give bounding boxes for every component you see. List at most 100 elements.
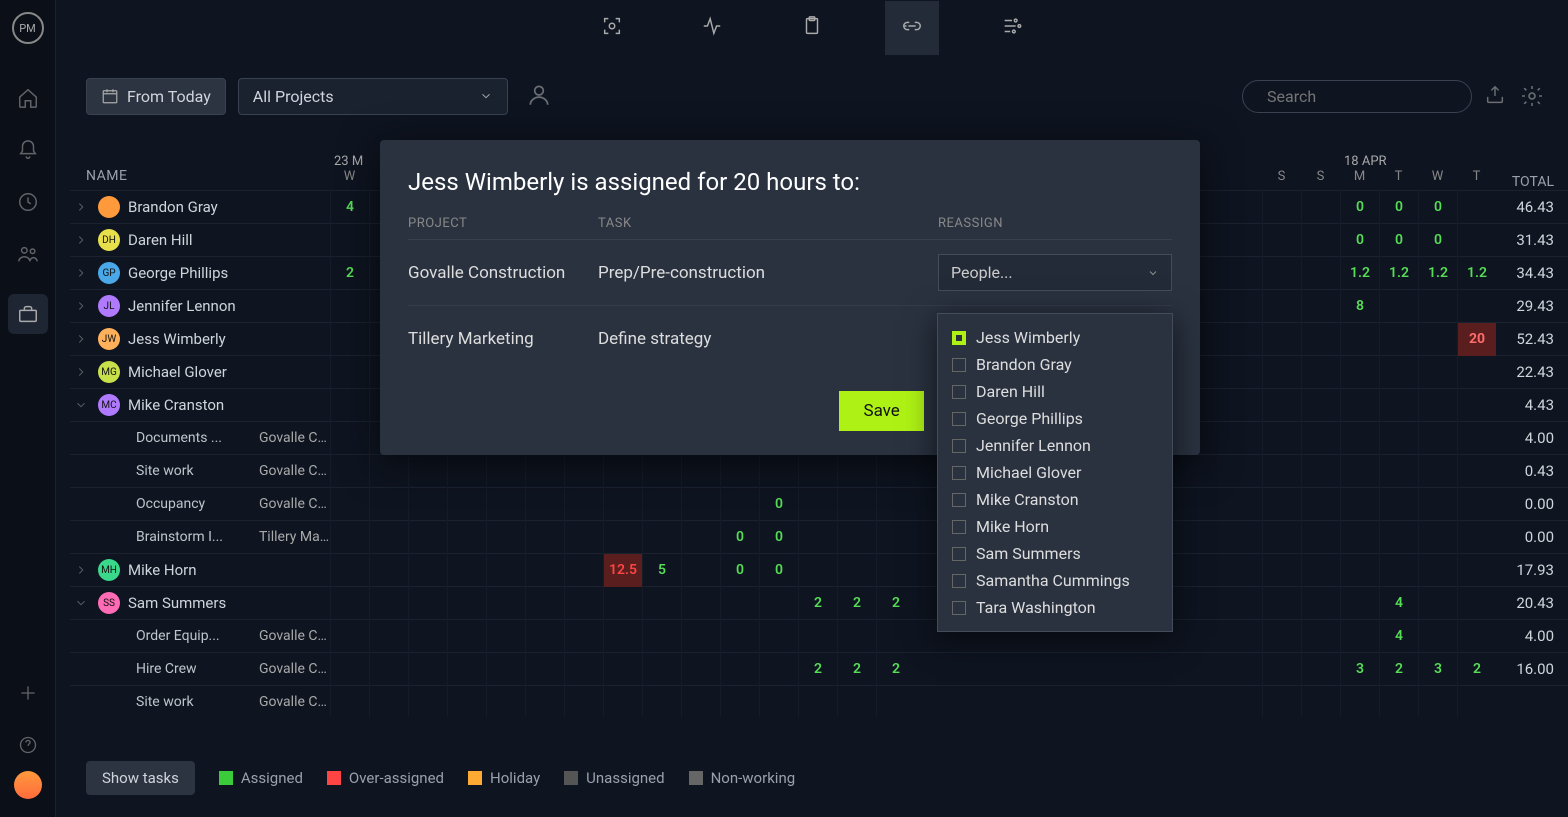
- avatar: [98, 196, 120, 218]
- legend-label: Unassigned: [586, 769, 664, 787]
- reassign-select[interactable]: People...: [938, 254, 1172, 291]
- task-name: Hire Crew: [136, 661, 236, 677]
- dropdown-option[interactable]: Mike Cranston: [938, 486, 1172, 513]
- avatar: GP: [98, 262, 120, 284]
- legend-swatch: [689, 771, 703, 785]
- option-label: Daren Hill: [976, 382, 1045, 401]
- user-avatar[interactable]: [14, 771, 42, 799]
- checkbox-icon[interactable]: [952, 385, 966, 399]
- option-label: Jennifer Lennon: [976, 436, 1091, 455]
- expand-chevron-icon[interactable]: [74, 595, 90, 611]
- settings-icon[interactable]: [1520, 84, 1544, 108]
- dropdown-option[interactable]: Jess Wimberly: [938, 324, 1172, 351]
- total-cell: 22.43: [1496, 363, 1568, 381]
- dropdown-option[interactable]: Mike Horn: [938, 513, 1172, 540]
- export-icon[interactable]: [1484, 84, 1508, 108]
- avatar: MC: [98, 394, 120, 416]
- checkbox-icon[interactable]: [952, 493, 966, 507]
- expand-chevron-icon[interactable]: [74, 364, 90, 380]
- checkbox-icon[interactable]: [952, 574, 966, 588]
- dropdown-option[interactable]: Sam Summers: [938, 540, 1172, 567]
- people-dropdown: Jess Wimberly Brandon Gray Daren Hill Georg…: [937, 313, 1173, 632]
- checkbox-icon[interactable]: [952, 466, 966, 480]
- people-icon[interactable]: [16, 242, 40, 266]
- legend-label: Non-working: [711, 769, 796, 787]
- dropdown-option[interactable]: Michael Glover: [938, 459, 1172, 486]
- checkbox-icon[interactable]: [952, 439, 966, 453]
- task-row[interactable]: Occupancy Govalle Con... 0 0.00: [70, 487, 1568, 520]
- expand-chevron-icon[interactable]: [74, 199, 90, 215]
- task-name: Site work: [136, 463, 236, 479]
- total-cell: 0.00: [1496, 528, 1568, 546]
- dropdown-option[interactable]: Samantha Cummings: [938, 567, 1172, 594]
- checkbox-icon[interactable]: [952, 520, 966, 534]
- avatar: MG: [98, 361, 120, 383]
- total-cell: 34.43: [1496, 264, 1568, 282]
- legend-swatch: [327, 771, 341, 785]
- avatar: JL: [98, 295, 120, 317]
- legend-label: Over-assigned: [349, 769, 444, 787]
- task-row[interactable]: Site work Govalle Con... 0.43: [70, 454, 1568, 487]
- left-rail: PM: [0, 0, 56, 817]
- task-row[interactable]: Order Equip... Govalle Con... 4 4.00: [70, 619, 1568, 652]
- help-icon[interactable]: [16, 733, 40, 757]
- person-row[interactable]: MH Mike Horn 12.5500 17.93: [70, 553, 1568, 586]
- checkbox-icon[interactable]: [952, 358, 966, 372]
- checkbox-icon[interactable]: [952, 412, 966, 426]
- search-input[interactable]: [1267, 87, 1470, 106]
- name-column-header: NAME: [70, 168, 330, 190]
- checkbox-icon[interactable]: [952, 331, 966, 345]
- search-box[interactable]: [1242, 80, 1472, 113]
- expand-chevron-icon[interactable]: [74, 331, 90, 347]
- task-row[interactable]: Hire Crew Govalle Con... 2223232 16.00: [70, 652, 1568, 685]
- legend-item: Over-assigned: [327, 769, 444, 787]
- day-header: T: [1379, 169, 1418, 190]
- dropdown-option[interactable]: Daren Hill: [938, 378, 1172, 405]
- modal-title: Jess Wimberly is assigned for 20 hours t…: [408, 168, 1172, 196]
- checkbox-icon[interactable]: [952, 601, 966, 615]
- view-activity-icon[interactable]: [685, 1, 739, 55]
- show-tasks-button[interactable]: Show tasks: [86, 761, 195, 795]
- save-button[interactable]: Save: [839, 391, 923, 431]
- day-header: S: [1262, 169, 1301, 190]
- dropdown-option[interactable]: George Phillips: [938, 405, 1172, 432]
- task-row[interactable]: Site work Govalle Con: [70, 685, 1568, 717]
- from-today-label: From Today: [127, 87, 211, 106]
- total-cell: 29.43: [1496, 297, 1568, 315]
- home-icon[interactable]: [16, 86, 40, 110]
- modal-row: Govalle Construction Prep/Pre-constructi…: [408, 240, 1172, 306]
- bell-icon[interactable]: [16, 138, 40, 162]
- expand-chevron-icon[interactable]: [74, 562, 90, 578]
- plus-icon[interactable]: [16, 681, 40, 705]
- project-filter-label: All Projects: [253, 87, 334, 106]
- total-cell: 46.43: [1496, 198, 1568, 216]
- dropdown-option[interactable]: Jennifer Lennon: [938, 432, 1172, 459]
- option-label: Mike Horn: [976, 517, 1049, 536]
- dropdown-option[interactable]: Brandon Gray: [938, 351, 1172, 378]
- total-cell: 20.43: [1496, 594, 1568, 612]
- project-filter-select[interactable]: All Projects: [238, 78, 508, 115]
- project-name: Govalle Con...: [259, 430, 330, 446]
- expand-chevron-icon[interactable]: [74, 397, 90, 413]
- view-scan-icon[interactable]: [585, 1, 639, 55]
- view-link-icon[interactable]: [885, 1, 939, 55]
- clock-icon[interactable]: [16, 190, 40, 214]
- option-label: Jess Wimberly: [976, 328, 1080, 347]
- from-today-button[interactable]: From Today: [86, 78, 226, 115]
- modal-task-cell: Define strategy: [598, 329, 938, 349]
- person-name: Michael Glover: [128, 363, 227, 381]
- project-name: Govalle Con...: [259, 496, 330, 512]
- user-filter-icon[interactable]: [526, 82, 554, 110]
- dropdown-option[interactable]: Tara Washington: [938, 594, 1172, 621]
- checkbox-icon[interactable]: [952, 547, 966, 561]
- expand-chevron-icon[interactable]: [74, 232, 90, 248]
- briefcase-icon[interactable]: [8, 294, 48, 334]
- option-label: Samantha Cummings: [976, 571, 1130, 590]
- expand-chevron-icon[interactable]: [74, 298, 90, 314]
- view-timeline-icon[interactable]: [985, 1, 1039, 55]
- expand-chevron-icon[interactable]: [74, 265, 90, 281]
- view-clipboard-icon[interactable]: [785, 1, 839, 55]
- top-view-icons: [56, 0, 1568, 56]
- task-row[interactable]: Brainstorm I... Tillery Mark... 00 0.00: [70, 520, 1568, 553]
- person-row[interactable]: SS Sam Summers 2224 20.43: [70, 586, 1568, 619]
